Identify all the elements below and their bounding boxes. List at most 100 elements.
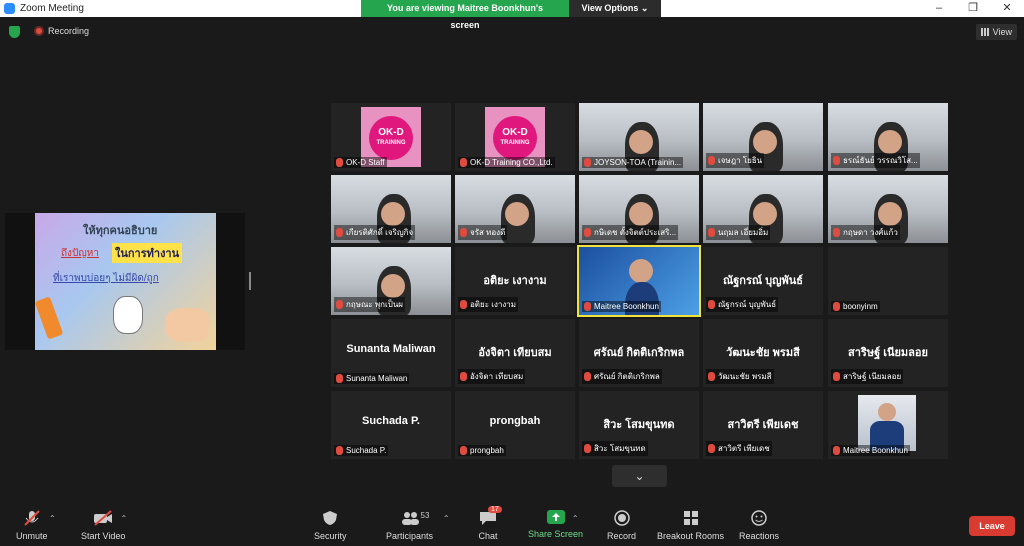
participant-name-label: นฤมล เอี่ยมอิ่ม <box>706 225 771 240</box>
participant-tile[interactable]: Maitree Boonkhun <box>577 245 701 317</box>
split-view-handle[interactable] <box>249 272 251 290</box>
participant-tile[interactable]: นฤมล เอี่ยมอิ่ม <box>703 175 823 243</box>
participant-display-name: prongbah <box>489 415 541 427</box>
unmute-button[interactable]: ⌃ Unmute <box>16 510 56 541</box>
participant-tile[interactable]: วัฒนะชัย พรมสี วัฒนะชัย พรมสี <box>703 319 823 387</box>
participant-tile[interactable]: กฤษณะ พุกเป็นผ <box>331 247 451 315</box>
reactions-button[interactable]: Reactions <box>739 510 779 541</box>
participant-name-label: JOYSON-TOA (Trainin... <box>582 157 684 168</box>
muted-mic-icon <box>708 372 715 381</box>
muted-mic-icon <box>833 302 840 311</box>
slide-line-3: ที่เราพบบ่อยๆ ไม่มีผิด/ถูก <box>53 273 159 284</box>
participant-name-label: สิวะ โสมขุนทด <box>582 441 648 456</box>
muted-mic-icon <box>833 372 840 381</box>
participant-name-label: อติยะ เงางาม <box>458 297 519 312</box>
participant-name: วัฒนะชัย พรมสี <box>718 372 772 381</box>
participant-name: กฤษณะ พุกเป็นผ <box>346 300 403 309</box>
muted-mic-icon <box>708 300 715 309</box>
unmute-label: Unmute <box>16 531 48 541</box>
participant-name-label: จรัส ทองดี <box>458 225 508 240</box>
zoom-logo-icon <box>4 3 15 14</box>
participant-name: OK-D Staff <box>346 158 385 167</box>
muted-mic-icon <box>336 446 343 455</box>
participant-tile[interactable]: อังจิตา เทียบสม อังจิตา เทียบสม <box>455 319 575 387</box>
participant-tile[interactable]: ศรัณย์ กิตติเกริกพล ศรัณย์ กิตติเกริกพล <box>579 319 699 387</box>
breakout-rooms-button[interactable]: Breakout Rooms <box>657 510 724 541</box>
participant-name: เจษฎา โยธิน <box>718 156 763 165</box>
participant-tile[interactable]: boonyinm <box>828 247 948 315</box>
view-button[interactable]: View <box>975 24 1017 40</box>
participant-tile[interactable]: สาวิตรี เพียเดช สาวิตรี เพียเดช <box>703 391 823 459</box>
participant-tile[interactable]: Suchada P. Suchada P. <box>331 391 451 459</box>
participant-name-label: Suchada P. <box>334 445 389 456</box>
participant-display-name: Suchada P. <box>362 415 420 427</box>
participant-name-label: กษิเดช ตั้งจิตต์ประเสริ... <box>582 225 679 240</box>
participant-name: สิวะ โสมขุนทด <box>594 444 646 453</box>
record-button[interactable]: Record <box>607 510 636 541</box>
participant-display-name: อังจิตา เทียบสม <box>478 347 552 359</box>
participant-name-label: OK-D Training CO.,Ltd. <box>458 157 555 168</box>
share-screen-button[interactable]: ⌃ Share Screen <box>528 510 583 539</box>
participant-tile[interactable]: Maitree Boonkhun <box>828 391 948 459</box>
participant-name-label: Sunanta Maliwan <box>334 373 410 384</box>
reactions-smiley-icon <box>749 510 769 526</box>
participant-name: กษิเดช ตั้งจิตต์ประเสริ... <box>594 228 677 237</box>
chat-button[interactable]: 17 Chat <box>478 506 502 541</box>
participant-tile[interactable]: prongbah prongbah <box>455 391 575 459</box>
gallery-next-page-button[interactable]: ⌄ <box>612 465 667 487</box>
participant-name: boonyinm <box>843 302 878 311</box>
participant-tile[interactable]: เกียรติศักดิ์ เจริญกิจ <box>331 175 451 243</box>
participant-count: 53 <box>420 511 430 520</box>
participant-tile[interactable]: สาริษฐ์ เนียมลอย สาริษฐ์ เนียมลอย <box>828 319 948 387</box>
participant-display-name: สาริษฐ์ เนียมลอย <box>848 347 928 359</box>
muted-mic-icon <box>584 228 591 237</box>
participant-name: Suchada P. <box>346 446 387 455</box>
muted-mic-icon <box>584 444 591 453</box>
participant-tile[interactable]: สิวะ โสมขุนทด สิวะ โสมขุนทด <box>579 391 699 459</box>
window-title: Zoom Meeting <box>20 3 84 14</box>
participant-name-label: กฤษณะ พุกเป็นผ <box>334 297 405 312</box>
participant-name-label: ณัฐกรณ์ บุญพันธ์ <box>706 297 779 312</box>
participant-display-name: อติยะ เงางาม <box>483 275 547 287</box>
participant-display-name: สาวิตรี เพียเดช <box>727 419 799 431</box>
participant-tile[interactable]: OK-D TRAINING OK-D Training CO.,Ltd. <box>455 103 575 171</box>
view-options-button[interactable]: View Options ⌄ <box>569 0 661 17</box>
slide-highlight: ในการทำงาน <box>112 243 183 263</box>
participant-name: Sunanta Maliwan <box>346 374 408 383</box>
leave-button[interactable]: Leave <box>969 516 1015 536</box>
meeting-toolbar: ⌃ Unmute ⌃ Start Video Security 53 ⌃ Part… <box>0 500 1024 546</box>
participant-display-name: Sunanta Maliwan <box>346 343 436 355</box>
start-video-button[interactable]: ⌃ Start Video <box>81 510 127 541</box>
security-button[interactable]: Security <box>314 510 347 541</box>
encryption-shield-icon[interactable] <box>9 26 20 38</box>
meeting-top-bar: Recording View <box>0 17 1024 45</box>
participant-tile[interactable]: JOYSON-TOA (Trainin... <box>579 103 699 171</box>
participant-tile[interactable]: ณัฐกรณ์ บุญพันธ์ ณัฐกรณ์ บุญพันธ์ <box>703 247 823 315</box>
recording-indicator[interactable]: Recording <box>34 26 89 36</box>
participant-name-label: เกียรติศักดิ์ เจริญกิจ <box>334 225 416 240</box>
participant-tile[interactable]: ธรณ์ธันย์ วรรณวิโส... <box>828 103 948 171</box>
chat-label: Chat <box>478 531 498 541</box>
participant-tile[interactable]: จรัส ทองดี <box>455 175 575 243</box>
participant-name: กฤษดา วงศ์แก้ว <box>843 228 898 237</box>
participant-display-name: วัฒนะชัย พรมสี <box>726 347 800 359</box>
participant-tile[interactable]: อติยะ เงางาม อติยะ เงางาม <box>455 247 575 315</box>
participant-name-label: ธรณ์ธันย์ วรรณวิโส... <box>831 153 920 168</box>
participant-tile[interactable]: OK-D TRAINING OK-D Staff <box>331 103 451 171</box>
reactions-label: Reactions <box>739 531 780 541</box>
participants-icon: 53 ⌃ <box>400 510 450 526</box>
participant-name: สาริษฐ์ เนียมลอย <box>843 372 902 381</box>
restore-button[interactable]: ❐ <box>956 0 990 17</box>
participant-tile[interactable]: กฤษดา วงศ์แก้ว <box>828 175 948 243</box>
participants-button[interactable]: 53 ⌃ Participants <box>386 510 450 541</box>
participant-name: Maitree Boonkhun <box>843 446 908 455</box>
share-screen-icon: ⌃ <box>546 510 579 524</box>
minimize-button[interactable]: – <box>922 0 956 17</box>
participant-name-label: Maitree Boonkhun <box>831 445 910 456</box>
muted-mic-icon <box>460 158 467 167</box>
participant-tile[interactable]: Sunanta Maliwan Sunanta Maliwan <box>331 319 451 387</box>
screen-share-banner: You are viewing Maitree Boonkhun's scree… <box>361 0 661 30</box>
participant-tile[interactable]: กษิเดช ตั้งจิตต์ประเสริ... <box>579 175 699 243</box>
participant-tile[interactable]: เจษฎา โยธิน <box>703 103 823 171</box>
close-button[interactable]: ✕ <box>990 0 1024 17</box>
